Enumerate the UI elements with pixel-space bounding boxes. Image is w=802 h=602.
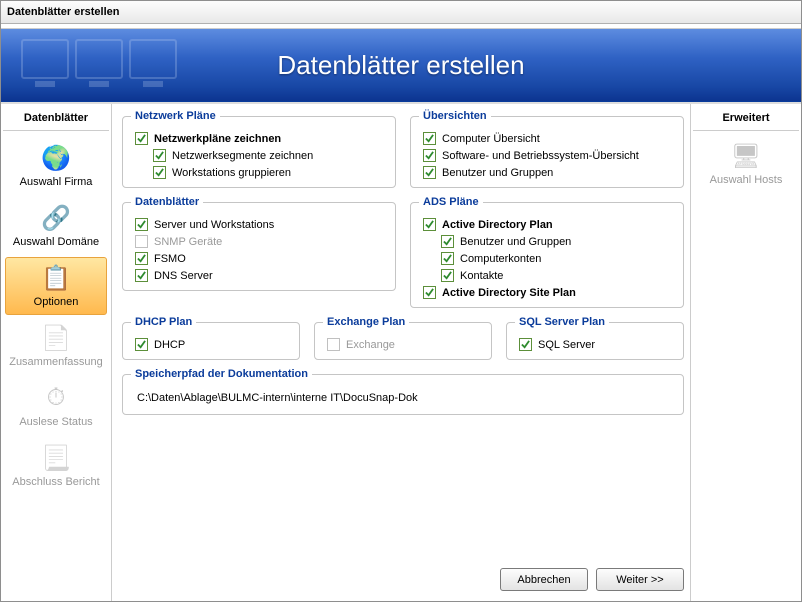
chk-netzwerkplaene-zeichnen[interactable]: Netzwerkpläne zeichnen <box>131 130 387 147</box>
chk-computerkonten[interactable]: Computerkonten <box>419 250 675 267</box>
bericht-label: Abschluss Bericht <box>8 476 104 488</box>
chk-exchange: Exchange <box>323 336 483 353</box>
checkbox-icon <box>327 338 340 351</box>
left-sidebar: Datenblätter 🌍 Auswahl Firma 🔗 Auswahl Domä… <box>1 104 112 601</box>
banner-decor <box>21 39 177 79</box>
chk-software-bs-uebersicht[interactable]: Software- und Betriebssystem-Übersicht <box>419 147 675 164</box>
chk-netzwerksegmente[interactable]: Netzwerksegmente zeichnen <box>131 147 387 164</box>
legend-netzwerk-plaene: Netzwerk Pläne <box>131 110 220 122</box>
group-exchange: Exchange Plan Exchange <box>314 316 492 360</box>
banner-heading: Datenblätter erstellen <box>277 50 524 81</box>
legend-sql: SQL Server Plan <box>515 316 609 328</box>
checkbox-icon[interactable] <box>135 132 148 145</box>
optionen-label: Optionen <box>8 296 104 308</box>
domaene-label: Auswahl Domäne <box>8 236 104 248</box>
next-button[interactable]: Weiter >> <box>596 568 684 591</box>
sidebar-item-domaene[interactable]: 🔗 Auswahl Domäne <box>5 197 107 255</box>
checkbox-icon[interactable] <box>423 132 436 145</box>
chk-computer-uebersicht[interactable]: Computer Übersicht <box>419 130 675 147</box>
chk-ad-plan[interactable]: Active Directory Plan <box>419 216 675 233</box>
left-sidebar-header: Datenblätter <box>3 108 109 131</box>
chk-workstations-gruppieren[interactable]: Workstations gruppieren <box>131 164 387 181</box>
legend-ads-plaene: ADS Pläne <box>419 196 483 208</box>
group-uebersichten: Übersichten Computer Übersicht Software-… <box>410 110 684 188</box>
domaene-icon: 🔗 <box>40 202 72 234</box>
sidebar-item-zusammen: 📄 Zusammenfassung <box>5 317 107 375</box>
checkbox-icon <box>135 235 148 248</box>
checkbox-icon[interactable] <box>423 286 436 299</box>
group-speicherpfad: Speicherpfad der Dokumentation C:\Daten\… <box>122 368 684 415</box>
chk-benutzer-gruppen[interactable]: Benutzer und Gruppen <box>419 164 675 181</box>
firma-label: Auswahl Firma <box>8 176 104 188</box>
auslese-icon: ⏱ <box>40 382 72 414</box>
sidebar-item-bericht: 📃 Abschluss Bericht <box>5 437 107 495</box>
chk-fsmo[interactable]: FSMO <box>131 250 387 267</box>
chk-ad-benutzer-gruppen[interactable]: Benutzer und Gruppen <box>419 233 675 250</box>
bericht-icon: 📃 <box>40 442 72 474</box>
checkbox-icon[interactable] <box>135 269 148 282</box>
checkbox-icon[interactable] <box>135 252 148 265</box>
group-sql: SQL Server Plan SQL Server <box>506 316 684 360</box>
chk-snmp: SNMP Geräte <box>131 233 387 250</box>
checkbox-icon[interactable] <box>423 149 436 162</box>
body: Datenblätter 🌍 Auswahl Firma 🔗 Auswahl Domä… <box>1 102 801 601</box>
legend-uebersichten: Übersichten <box>419 110 491 122</box>
main-content: Netzwerk Pläne Netzwerkpläne zeichnen Ne… <box>112 104 690 601</box>
checkbox-icon[interactable] <box>441 269 454 282</box>
banner: Datenblätter erstellen <box>1 29 801 102</box>
checkbox-icon[interactable] <box>153 166 166 179</box>
cancel-button[interactable]: Abbrechen <box>500 568 588 591</box>
firma-icon: 🌍 <box>40 142 72 174</box>
right-sidebar: Erweitert 🖥 Auswahl Hosts <box>690 104 801 601</box>
group-datenblaetter: Datenblätter Server und Workstations SNM… <box>122 196 396 291</box>
auslese-label: Auslese Status <box>8 416 104 428</box>
checkbox-icon[interactable] <box>153 149 166 162</box>
right-sidebar-header: Erweitert <box>693 108 799 131</box>
chk-ad-site-plan[interactable]: Active Directory Site Plan <box>419 284 675 301</box>
legend-dhcp: DHCP Plan <box>131 316 196 328</box>
app-window: Datenblätter erstellen Datenblätter erst… <box>0 0 802 602</box>
legend-datenblaetter: Datenblätter <box>131 196 203 208</box>
checkbox-icon[interactable] <box>519 338 532 351</box>
chk-sql-server[interactable]: SQL Server <box>515 336 675 353</box>
sidebar-item-firma[interactable]: 🌍 Auswahl Firma <box>5 137 107 195</box>
checkbox-icon[interactable] <box>135 338 148 351</box>
group-dhcp: DHCP Plan DHCP <box>122 316 300 360</box>
sidebar-item-optionen[interactable]: 📋 Optionen <box>5 257 107 315</box>
auswahl-hosts-label: Auswahl Hosts <box>698 174 794 186</box>
zusammen-label: Zusammenfassung <box>8 356 104 368</box>
legend-speicherpfad: Speicherpfad der Dokumentation <box>131 368 312 380</box>
legend-exchange: Exchange Plan <box>323 316 409 328</box>
group-netzwerk-plaene: Netzwerk Pläne Netzwerkpläne zeichnen Ne… <box>122 110 396 188</box>
footer-buttons: Abbrechen Weiter >> <box>122 560 684 595</box>
optionen-icon: 📋 <box>40 262 72 294</box>
checkbox-icon[interactable] <box>441 252 454 265</box>
checkbox-icon[interactable] <box>423 218 436 231</box>
group-ads-plaene: ADS Pläne Active Directory Plan Benutzer… <box>410 196 684 308</box>
titlebar: Datenblätter erstellen <box>1 1 801 24</box>
sidebar-right-item-auswahl-hosts: 🖥 Auswahl Hosts <box>695 135 797 193</box>
checkbox-icon[interactable] <box>423 166 436 179</box>
chk-kontakte[interactable]: Kontakte <box>419 267 675 284</box>
checkbox-icon[interactable] <box>441 235 454 248</box>
auswahl-hosts-icon: 🖥 <box>730 140 762 172</box>
chk-dhcp[interactable]: DHCP <box>131 336 291 353</box>
chk-server-ws[interactable]: Server und Workstations <box>131 216 387 233</box>
documentation-path: C:\Daten\Ablage\BULMC-intern\interne IT\… <box>131 388 675 408</box>
chk-dns[interactable]: DNS Server <box>131 267 387 284</box>
sidebar-item-auslese: ⏱ Auslese Status <box>5 377 107 435</box>
checkbox-icon[interactable] <box>135 218 148 231</box>
window-title: Datenblätter erstellen <box>7 6 119 18</box>
zusammen-icon: 📄 <box>40 322 72 354</box>
